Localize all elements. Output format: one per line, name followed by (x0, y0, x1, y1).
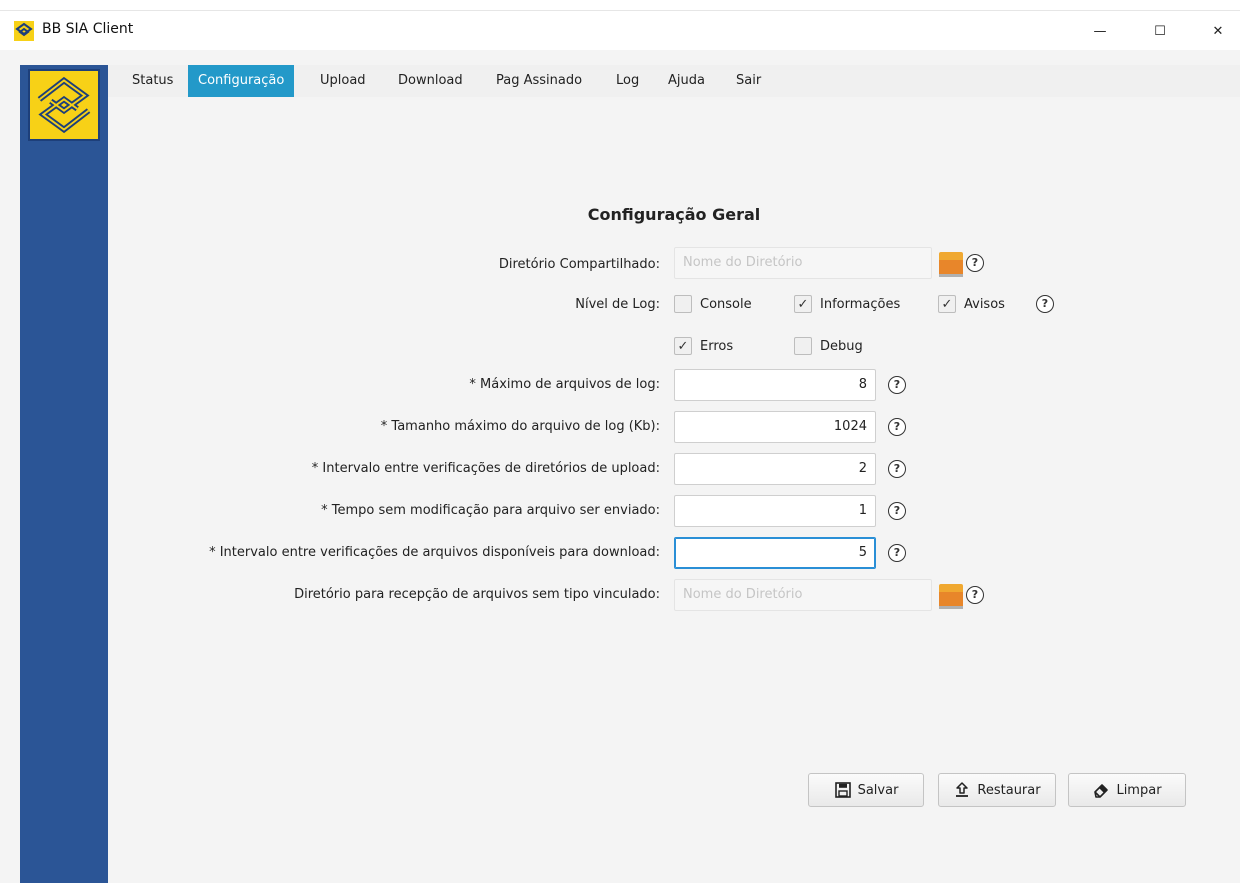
shared-dir-label: Diretório Compartilhado: (498, 257, 660, 272)
checkbox-label: Console (700, 296, 752, 312)
maximize-button[interactable]: ☐ (1140, 15, 1180, 47)
max-log-size-help-icon[interactable]: ? (888, 418, 906, 436)
checkmark-icon: ✓ (938, 295, 956, 313)
log-console-checkbox[interactable]: Console (674, 295, 752, 313)
untyped-dir-folder-icon[interactable] (938, 579, 964, 611)
restore-button-label: Restaurar (977, 782, 1041, 798)
floppy-disk-icon (834, 782, 851, 798)
checkbox-label: Avisos (964, 296, 1005, 312)
menu-ajuda[interactable]: Ajuda (658, 65, 715, 97)
log-level-help-icon[interactable]: ? (1036, 295, 1054, 313)
log-avisos-checkbox[interactable]: ✓ Avisos (938, 295, 1005, 313)
clear-button[interactable]: Limpar (1068, 773, 1186, 807)
app-frame: Status Configuração Upload Download Pag … (0, 50, 1240, 883)
checkbox-label: Erros (700, 338, 734, 354)
download-interval-help-icon[interactable]: ? (888, 544, 906, 562)
left-rail (20, 65, 108, 883)
untyped-dir-input[interactable]: Nome do Diretório (674, 579, 932, 611)
log-informacoes-checkbox[interactable]: ✓ Informações (794, 295, 900, 313)
menu-configuracao[interactable]: Configuração (188, 65, 295, 97)
max-log-files-label: * Máximo de arquivos de log: (469, 377, 660, 392)
log-erros-checkbox[interactable]: ✓ Erros (674, 337, 733, 355)
untyped-dir-label: Diretório para recepção de arquivos sem … (294, 587, 660, 602)
shared-dir-input[interactable]: Nome do Diretório (674, 247, 932, 279)
minimize-button[interactable]: — (1080, 15, 1120, 47)
checkbox-box (794, 337, 812, 355)
save-button[interactable]: Salvar (808, 773, 924, 807)
download-interval-input[interactable]: 5 (674, 537, 876, 569)
checkbox-box (674, 295, 692, 313)
upload-interval-label: * Intervalo entre verificações de diretó… (311, 461, 660, 476)
untyped-dir-help-icon[interactable]: ? (966, 586, 984, 604)
menu-pag-assinado[interactable]: Pag Assinado (486, 65, 592, 97)
upload-interval-help-icon[interactable]: ? (888, 460, 906, 478)
menu-sair[interactable]: Sair (726, 65, 771, 97)
idle-time-help-icon[interactable]: ? (888, 502, 906, 520)
menu-bar: Status Configuração Upload Download Pag … (108, 65, 1240, 98)
menu-log[interactable]: Log (606, 65, 649, 97)
upload-arrow-icon (956, 782, 969, 797)
menu-download[interactable]: Download (388, 65, 473, 97)
log-debug-checkbox[interactable]: Debug (794, 337, 863, 355)
menu-upload[interactable]: Upload (310, 65, 376, 97)
config-panel: Configuração Geral Diretório Compartilha… (108, 97, 1240, 883)
max-log-files-input[interactable]: 8 (674, 369, 876, 401)
idle-time-input[interactable]: 1 (674, 495, 876, 527)
checkbox-label: Informações (820, 296, 901, 312)
window-titlebar: BB SIA Client — ☐ ✕ (0, 10, 1240, 51)
checkbox-label: Debug (820, 338, 863, 354)
bb-logo-icon (28, 69, 100, 141)
restore-button[interactable]: Restaurar (938, 773, 1056, 807)
save-button-label: Salvar (857, 782, 899, 798)
checkmark-icon: ✓ (674, 337, 692, 355)
page-title: Configuração Geral (587, 205, 761, 224)
max-log-files-help-icon[interactable]: ? (888, 376, 906, 394)
shared-dir-help-icon[interactable]: ? (966, 254, 984, 272)
upload-interval-input[interactable]: 2 (674, 453, 876, 485)
log-level-label: Nível de Log: (575, 297, 660, 312)
bb-app-icon (14, 21, 34, 41)
close-button[interactable]: ✕ (1198, 15, 1238, 47)
idle-time-label: * Tempo sem modificação para arquivo ser… (321, 503, 660, 518)
shared-dir-folder-icon[interactable] (938, 247, 964, 279)
clear-button-label: Limpar (1116, 782, 1162, 798)
max-log-size-label: * Tamanho máximo do arquivo de log (Kb): (380, 419, 660, 434)
window-title: BB SIA Client (42, 21, 134, 37)
menu-status[interactable]: Status (122, 65, 183, 97)
max-log-size-input[interactable]: 1024 (674, 411, 876, 443)
download-interval-label: * Intervalo entre verificações de arquiv… (209, 545, 660, 560)
eraser-icon (1094, 784, 1109, 798)
checkmark-icon: ✓ (794, 295, 812, 313)
